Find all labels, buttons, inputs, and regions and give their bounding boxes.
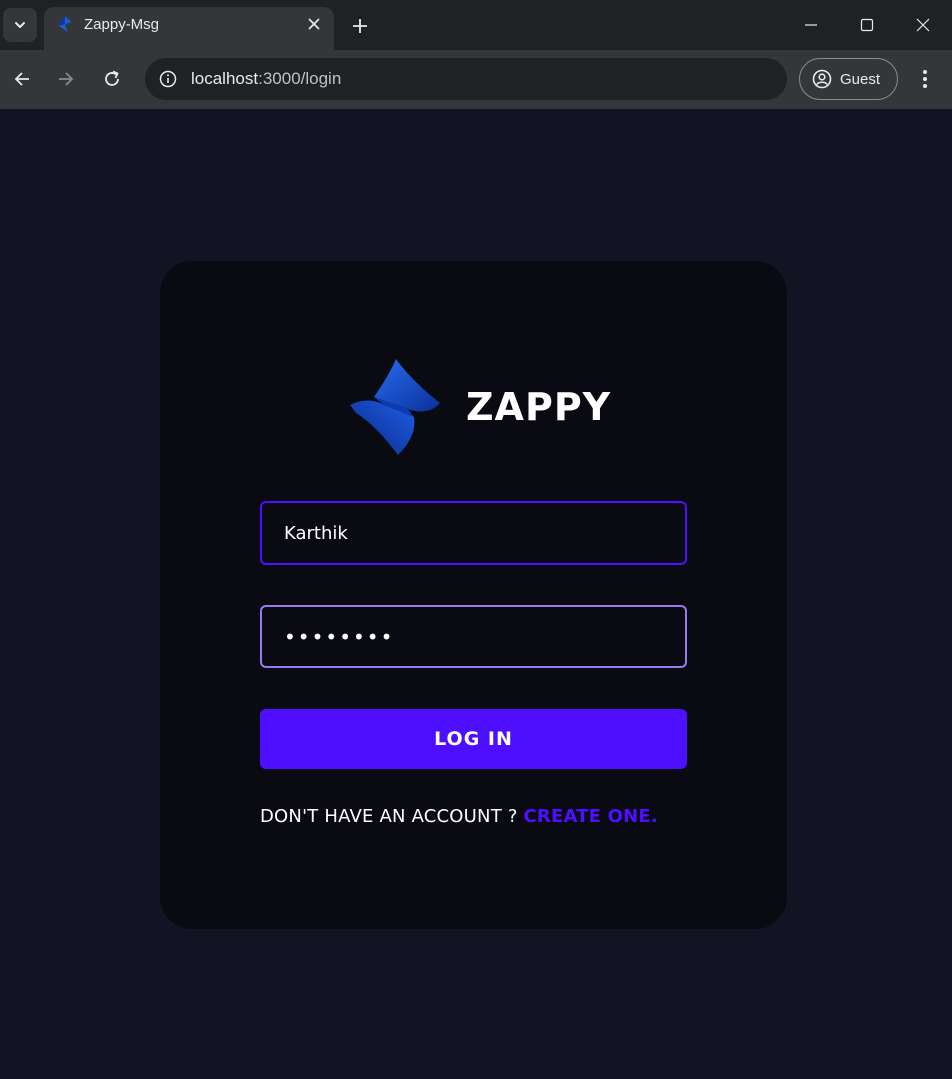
password-value: •••••••• bbox=[284, 624, 395, 649]
info-icon bbox=[159, 70, 177, 88]
plus-icon bbox=[353, 19, 367, 33]
tab-title: Zappy-Msg bbox=[84, 16, 160, 33]
chevron-down-icon bbox=[15, 22, 25, 28]
address-bar[interactable]: localhost:3000/login bbox=[145, 58, 787, 100]
tab-close-button[interactable] bbox=[304, 14, 324, 34]
login-button[interactable]: LOG IN bbox=[260, 709, 687, 769]
url-text: localhost:3000/login bbox=[191, 69, 341, 89]
browser-tab[interactable]: Zappy-Msg bbox=[44, 7, 334, 50]
minimize-button[interactable] bbox=[789, 8, 833, 42]
arrow-right-icon bbox=[59, 72, 74, 86]
account-icon bbox=[812, 69, 832, 89]
back-button[interactable] bbox=[5, 62, 39, 96]
browser-toolbar: localhost:3000/login Guest bbox=[0, 50, 952, 109]
url-path: :3000/login bbox=[258, 69, 342, 88]
close-icon bbox=[916, 18, 930, 32]
reload-icon bbox=[105, 70, 119, 86]
profile-button[interactable]: Guest bbox=[799, 58, 898, 100]
tab-search-button[interactable] bbox=[3, 8, 37, 42]
maximize-icon bbox=[860, 18, 874, 32]
login-card: ZAPPY Karthik •••••••• LOG IN DON'T HAVE… bbox=[160, 261, 787, 929]
close-icon bbox=[308, 18, 320, 30]
forward-button[interactable] bbox=[49, 62, 83, 96]
browser-menu-button[interactable] bbox=[910, 62, 940, 96]
username-input[interactable]: Karthik bbox=[260, 501, 687, 565]
new-tab-button[interactable] bbox=[346, 12, 374, 40]
username-value: Karthik bbox=[284, 522, 348, 544]
signup-prompt: DON'T HAVE AN ACCOUNT ? CREATE ONE. bbox=[260, 806, 690, 827]
minimize-icon bbox=[805, 24, 817, 26]
create-account-link[interactable]: CREATE ONE. bbox=[524, 806, 658, 827]
zappy-logo-icon bbox=[350, 359, 440, 455]
signup-prompt-text: DON'T HAVE AN ACCOUNT ? bbox=[260, 806, 524, 827]
reload-button[interactable] bbox=[95, 62, 129, 96]
arrow-left-icon bbox=[14, 72, 29, 86]
close-window-button[interactable] bbox=[901, 8, 945, 42]
brand-name: ZAPPY bbox=[466, 385, 612, 429]
site-info-button[interactable] bbox=[153, 64, 183, 94]
browser-tab-bar: Zappy-Msg bbox=[0, 0, 952, 50]
profile-label: Guest bbox=[840, 70, 881, 88]
zappy-favicon-icon bbox=[58, 15, 72, 33]
password-input[interactable]: •••••••• bbox=[260, 605, 687, 668]
more-vertical-icon bbox=[923, 70, 927, 88]
url-host: localhost bbox=[191, 69, 259, 88]
maximize-button[interactable] bbox=[845, 8, 889, 42]
brand: ZAPPY bbox=[348, 359, 612, 459]
